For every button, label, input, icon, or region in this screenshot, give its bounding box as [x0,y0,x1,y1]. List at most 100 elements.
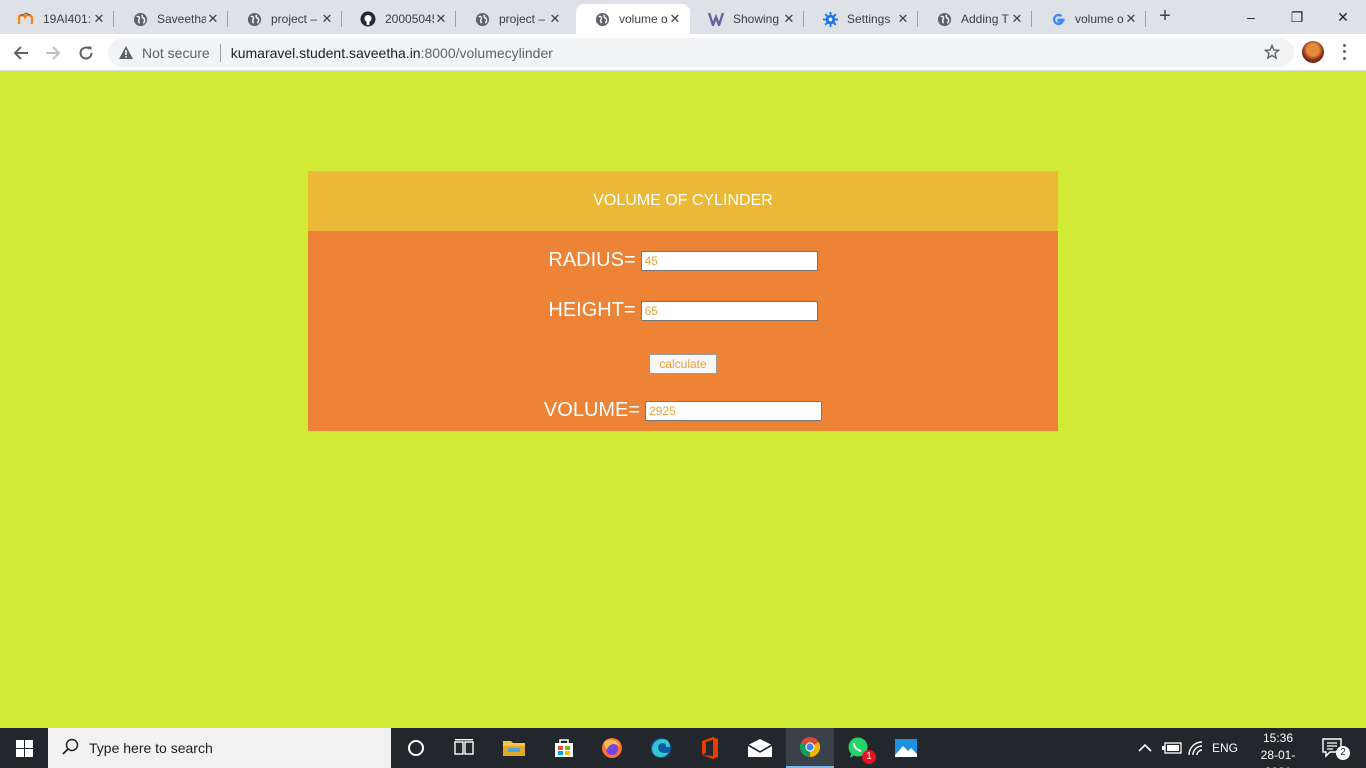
address-bar[interactable]: Not secure kumaravel.student.saveetha.in… [108,38,1294,67]
clock-date: 28-01-2021 [1260,748,1296,768]
reload-icon [79,46,93,60]
office-icon [702,737,718,759]
tab-title: Showing [733,12,780,26]
tab-github[interactable]: 20005045 ✕ [342,4,456,34]
calculate-button[interactable]: calculate [649,354,717,374]
url-path: :8000/volumecylinder [420,44,553,61]
height-input[interactable] [640,300,818,321]
tab-title: 19AI401: [43,12,92,26]
store-button[interactable] [540,728,588,768]
mail-button[interactable] [736,728,784,768]
volume-output[interactable] [645,400,823,421]
cortana-button[interactable] [392,728,440,768]
circle-icon [408,740,424,756]
chrome-button[interactable] [786,728,834,768]
firefox-button[interactable] [588,728,636,768]
tab-title: volume o [619,12,668,26]
wifi-icon [1188,741,1203,755]
start-button[interactable] [0,728,48,768]
edge-button[interactable] [637,728,685,768]
arrow-left-icon [13,46,28,60]
show-hidden-icons[interactable] [1138,728,1152,768]
close-window-button[interactable]: ✕ [1320,0,1366,34]
tab-settings[interactable]: Settings ✕ [804,4,918,34]
close-icon[interactable]: ✕ [1010,11,1024,27]
file-explorer-button[interactable] [490,728,538,768]
back-button[interactable] [8,40,34,66]
action-center-button[interactable]: 2 [1322,728,1350,768]
mail-icon [747,739,773,757]
firefox-icon [602,738,622,758]
close-icon[interactable]: ✕ [434,11,448,27]
tab-title: 20005045 [385,12,434,26]
search-placeholder: Type here to search [89,740,213,756]
radius-row: RADIUS= [308,249,1058,272]
tab-title: Adding T [961,12,1009,26]
new-tab-button[interactable]: + [1154,6,1176,28]
gear-icon [822,11,838,27]
warning-icon [118,45,134,61]
close-icon[interactable]: ✕ [320,11,334,27]
profile-avatar[interactable] [1302,41,1324,63]
tab-strip: 19AI401: ✕ Saveetha ✕ project – ✕ 200050… [0,0,1366,34]
tab-volume-active[interactable]: volume o ✕ [576,4,690,34]
close-icon[interactable]: ✕ [548,11,562,27]
cylinder-form: RADIUS= HEIGHT= calculate VOLUME= [308,231,1058,431]
github-icon [360,11,376,27]
taskbar-clock[interactable]: 15:36 28-01-2021 [1248,730,1308,768]
heroku-icon [708,11,724,27]
task-view-icon [454,739,474,755]
height-row: HEIGHT= [308,299,1058,322]
photos-button[interactable] [882,728,930,768]
edge-icon [651,738,671,758]
notification-count: 2 [1336,746,1350,760]
tab-project-2[interactable]: project – ✕ [456,4,570,34]
maximize-button[interactable]: ❐ [1274,0,1320,34]
notification-badge: 1 [862,750,876,764]
chrome-icon [799,737,821,758]
clock-time: 15:36 [1262,731,1294,745]
tab-19ai401[interactable]: 19AI401: ✕ [0,4,114,34]
browser-toolbar: Not secure kumaravel.student.saveetha.in… [0,34,1366,71]
tab-google-volume[interactable]: volume o ✕ [1032,4,1146,34]
taskbar-search[interactable]: Type here to search [48,728,391,768]
tab-saveetha[interactable]: Saveetha ✕ [114,4,228,34]
close-icon[interactable]: ✕ [668,11,682,27]
tab-title: Saveetha [157,12,206,26]
battery-icon [1162,742,1182,754]
browser-menu-button[interactable] [1336,42,1352,62]
tab-title: project – [499,12,546,26]
volume-label: VOLUME= [543,399,641,421]
whatsapp-button[interactable]: 1 [834,728,882,768]
tab-project-1[interactable]: project – ✕ [228,4,342,34]
wifi-indicator[interactable] [1188,728,1204,768]
windows-logo-icon [15,739,33,757]
language-indicator[interactable]: ENG [1212,728,1238,768]
office-button[interactable] [686,728,734,768]
close-icon[interactable]: ✕ [782,11,796,27]
globe-icon [132,11,148,27]
star-icon[interactable] [1263,43,1281,63]
security-status[interactable]: Not secure [142,45,210,61]
globe-icon [594,11,610,27]
close-icon[interactable]: ✕ [206,11,220,27]
forward-button[interactable] [40,40,66,66]
close-icon[interactable]: ✕ [1124,11,1138,27]
close-icon[interactable]: ✕ [896,11,910,27]
tab-adding[interactable]: Adding T ✕ [918,4,1032,34]
minimize-button[interactable]: – [1228,0,1274,34]
folder-icon [503,741,525,756]
arrow-right-icon [46,46,61,60]
globe-icon [246,11,262,27]
tab-title: Settings [847,12,891,26]
store-icon [555,739,573,757]
reload-button[interactable] [73,40,99,66]
moodle-icon [18,11,34,27]
tab-showing[interactable]: Showing ✕ [690,4,804,34]
url-host: kumaravel.student.saveetha.in [230,44,421,61]
photos-icon [895,739,917,757]
close-icon[interactable]: ✕ [92,11,106,27]
task-view-button[interactable] [440,728,488,768]
radius-input[interactable] [640,250,818,271]
battery-indicator[interactable] [1162,728,1182,768]
